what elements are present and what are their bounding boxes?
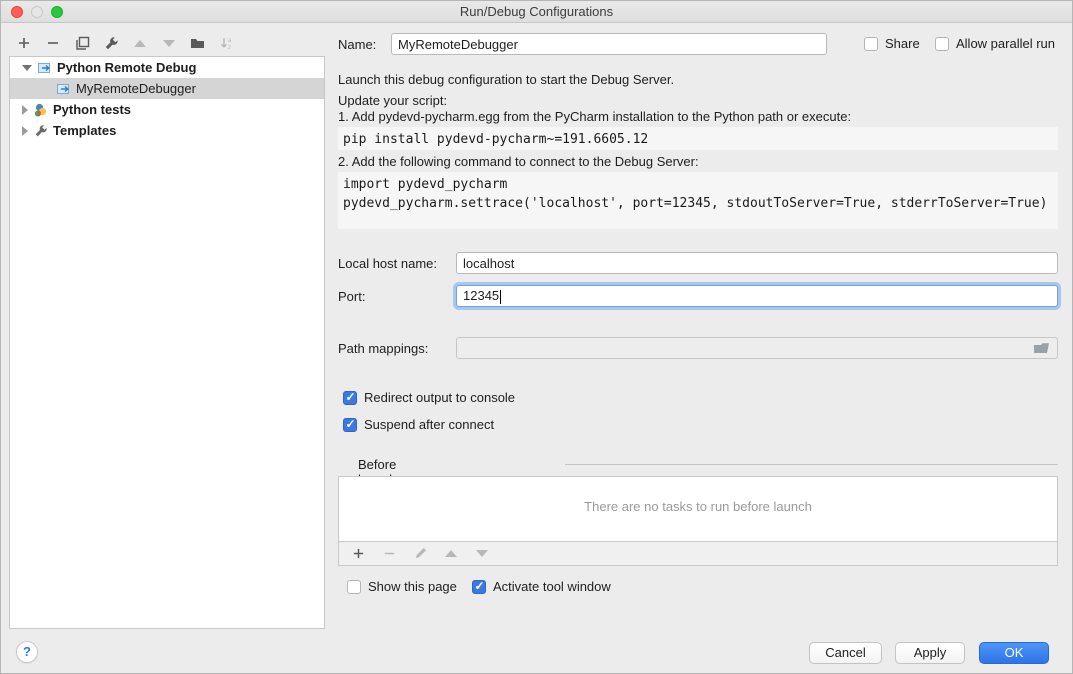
- port-value: 12345: [463, 288, 499, 303]
- remote-debug-config-icon: [37, 60, 53, 76]
- allow-parallel-run-checkbox[interactable]: [935, 37, 949, 51]
- local-host-label: Local host name:: [338, 256, 437, 271]
- add-task-button[interactable]: [349, 545, 367, 563]
- pip-install-code: pip install pydevd-pycharm~=191.6605.12: [338, 127, 1058, 150]
- remote-debug-config-icon: [56, 81, 72, 97]
- svg-text:z: z: [228, 45, 231, 51]
- title-bar: Run/Debug Configurations: [1, 1, 1072, 23]
- run-debug-configurations-dialog: Run/Debug Configurations az: [0, 0, 1073, 674]
- text-caret: [500, 290, 501, 304]
- port-input[interactable]: 12345: [456, 285, 1058, 307]
- browse-folder-icon[interactable]: [1034, 341, 1051, 355]
- remove-configuration-button[interactable]: [44, 34, 62, 52]
- tree-item-templates[interactable]: Templates: [10, 120, 324, 141]
- chevron-right-icon[interactable]: [22, 105, 28, 115]
- redirect-output-label: Redirect output to console: [364, 390, 515, 405]
- path-mappings-input[interactable]: [456, 337, 1058, 359]
- svg-text:a: a: [228, 38, 232, 44]
- tree-item-label: Templates: [53, 123, 116, 138]
- help-button[interactable]: ?: [16, 641, 38, 663]
- section-divider: [565, 464, 1058, 465]
- allow-parallel-run-label: Allow parallel run: [956, 36, 1055, 51]
- settrace-code-line2: pydevd_pycharm.settrace('localhost', por…: [343, 194, 1053, 213]
- before-launch-tasks-list[interactable]: There are no tasks to run before launch: [338, 476, 1058, 542]
- share-checkbox-row[interactable]: Share: [864, 36, 920, 51]
- move-task-up-icon: [442, 545, 460, 563]
- chevron-down-icon[interactable]: [22, 65, 32, 71]
- move-task-down-icon: [473, 545, 491, 563]
- step1-text: 1. Add pydevd-pycharm.egg from the PyCha…: [338, 109, 851, 124]
- suspend-after-connect-checkbox[interactable]: [343, 418, 357, 432]
- redirect-output-checkbox[interactable]: [343, 391, 357, 405]
- share-checkbox[interactable]: [864, 37, 878, 51]
- redirect-output-row[interactable]: Redirect output to console: [343, 390, 515, 405]
- suspend-after-connect-row[interactable]: Suspend after connect: [343, 417, 494, 432]
- suspend-after-connect-label: Suspend after connect: [364, 417, 494, 432]
- activate-tool-window-checkbox[interactable]: [472, 580, 486, 594]
- window-title: Run/Debug Configurations: [1, 4, 1072, 19]
- update-script-text: Update your script:: [338, 93, 447, 108]
- path-mappings-label: Path mappings:: [338, 341, 428, 356]
- tree-item-label: Python tests: [53, 102, 131, 117]
- chevron-right-icon[interactable]: [22, 126, 28, 136]
- cancel-button[interactable]: Cancel: [809, 642, 882, 664]
- show-this-page-label: Show this page: [368, 579, 457, 594]
- edit-task-pencil-icon: [411, 545, 429, 563]
- python-tests-icon: [33, 102, 49, 118]
- step2-text: 2. Add the following command to connect …: [338, 154, 699, 169]
- tree-item-python-tests[interactable]: Python tests: [10, 99, 324, 120]
- copy-configuration-icon[interactable]: [73, 34, 91, 52]
- sort-alphabetically-icon: az: [218, 34, 236, 52]
- empty-tasks-message: There are no tasks to run before launch: [339, 499, 1057, 514]
- tree-item-label: Python Remote Debug: [57, 60, 196, 75]
- apply-button[interactable]: Apply: [895, 642, 965, 664]
- port-label: Port:: [338, 289, 365, 304]
- templates-wrench-icon: [33, 123, 49, 139]
- move-down-icon: [160, 34, 178, 52]
- configurations-toolbar: az: [15, 31, 236, 55]
- name-label: Name:: [338, 37, 376, 52]
- new-folder-icon[interactable]: [189, 34, 207, 52]
- show-this-page-checkbox[interactable]: [347, 580, 361, 594]
- local-host-input[interactable]: [456, 252, 1058, 274]
- allow-parallel-run-checkbox-row[interactable]: Allow parallel run: [935, 36, 1055, 51]
- remove-task-icon: [380, 545, 398, 563]
- tree-item-label: MyRemoteDebugger: [76, 81, 196, 96]
- show-this-page-row[interactable]: Show this page: [347, 579, 457, 594]
- before-launch-toolbar: [338, 542, 1058, 566]
- tree-item-myremotedebugger[interactable]: MyRemoteDebugger: [10, 78, 324, 99]
- name-input[interactable]: [391, 33, 827, 55]
- settrace-code: import pydevd_pycharm pydevd_pycharm.set…: [338, 172, 1058, 229]
- share-label: Share: [885, 36, 920, 51]
- move-up-icon: [131, 34, 149, 52]
- settrace-code-line1: import pydevd_pycharm: [343, 175, 1053, 194]
- intro-text: Launch this debug configuration to start…: [338, 72, 674, 87]
- edit-defaults-wrench-icon[interactable]: [102, 34, 120, 52]
- add-configuration-button[interactable]: [15, 34, 33, 52]
- activate-tool-window-row[interactable]: Activate tool window: [472, 579, 611, 594]
- ok-button[interactable]: OK: [979, 642, 1049, 664]
- activate-tool-window-label: Activate tool window: [493, 579, 611, 594]
- tree-item-python-remote-debug[interactable]: Python Remote Debug: [10, 57, 324, 78]
- configurations-tree: Python Remote Debug MyRemoteDebugger Pyt…: [9, 56, 325, 629]
